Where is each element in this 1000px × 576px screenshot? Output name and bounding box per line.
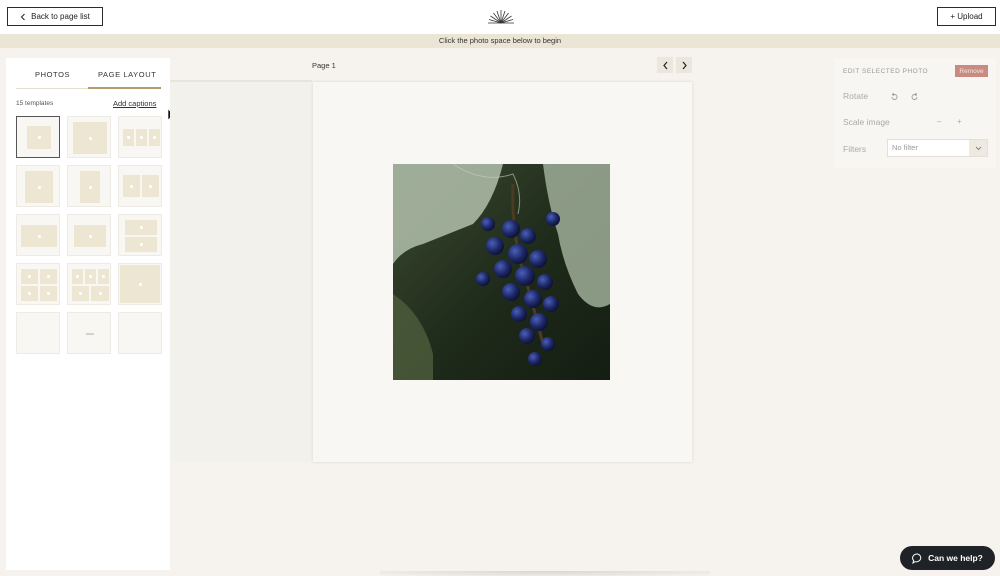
scale-decrease-button[interactable]: – (937, 117, 941, 126)
photo-slot (40, 286, 57, 301)
template-thumbnail-11[interactable] (67, 263, 111, 305)
bottom-shadow (380, 571, 710, 576)
template-thumbnail-13[interactable] (16, 312, 60, 354)
photo-slot (21, 286, 38, 301)
photo-slot (72, 286, 89, 301)
photo-slot (98, 269, 109, 284)
rotate-label: Rotate (843, 91, 869, 101)
top-header: Back to page list + Upload (0, 0, 1000, 34)
scale-image-label: Scale image (843, 117, 890, 127)
next-page-button[interactable] (676, 57, 692, 73)
help-button-label: Can we help? (928, 553, 983, 563)
photo-slot (125, 220, 157, 235)
photo-slot (21, 225, 57, 247)
remove-button-label: Remove (959, 67, 984, 75)
left-page-area (170, 82, 312, 462)
chevron-right-icon (682, 61, 687, 69)
chevron-left-icon (20, 13, 25, 20)
banner-text: Click the photo space below to begin (438, 36, 562, 45)
active-tab-indicator (88, 87, 161, 89)
dropdown-arrow (969, 140, 987, 156)
instruction-banner: Click the photo space below to begin (0, 34, 1000, 48)
photo-slot (123, 129, 134, 146)
template-thumbnail-14[interactable] (67, 312, 111, 354)
template-thumbnail-1[interactable] (16, 116, 60, 158)
remove-photo-button[interactable]: Remove (955, 65, 988, 77)
template-thumbnail-3[interactable] (118, 116, 162, 158)
chevron-down-icon (975, 146, 981, 150)
template-thumbnail-4[interactable] (16, 165, 60, 207)
grape-photo (393, 164, 610, 380)
photo-slot (80, 171, 100, 203)
photo-space[interactable] (393, 164, 610, 380)
filter-selected-value: No filter (892, 143, 918, 152)
sunburst-logo-icon (488, 10, 514, 24)
filter-dropdown[interactable]: No filter (887, 139, 988, 157)
photo-slot (149, 129, 160, 146)
template-thumbnail-7[interactable] (16, 214, 60, 256)
photo-slot (21, 269, 38, 284)
template-thumbnail-15[interactable] (118, 312, 162, 354)
text-placeholder (86, 333, 94, 335)
template-thumbnail-5[interactable] (67, 165, 111, 207)
tab-page-layout[interactable]: PAGE LAYOUT (98, 70, 156, 79)
photo-slot (25, 171, 53, 203)
filters-label: Filters (843, 144, 867, 154)
photo-slot (27, 126, 51, 149)
previous-page-button[interactable] (657, 57, 673, 73)
edit-photo-panel: EDIT SELECTED PHOTO Remove Rotate Scale … (834, 58, 996, 168)
photo-slot (91, 286, 109, 301)
template-thumbnail-12[interactable] (118, 263, 162, 305)
chevron-left-icon (662, 61, 667, 69)
page-label: Page 1 (312, 61, 336, 70)
rotate-right-icon[interactable] (910, 92, 919, 101)
back-to-page-list-button[interactable]: Back to page list (7, 7, 103, 26)
template-thumbnail-2[interactable] (67, 116, 111, 158)
upload-button[interactable]: + Upload (937, 7, 996, 26)
photo-slot (40, 269, 57, 284)
photo-slot (85, 269, 96, 284)
photo-slot (142, 175, 159, 197)
help-chat-button[interactable]: Can we help? (900, 546, 995, 570)
template-thumbnail-10[interactable] (16, 263, 60, 305)
photo-slot (74, 225, 106, 247)
back-button-label: Back to page list (31, 12, 90, 21)
chat-bubble-icon (912, 553, 922, 564)
photo-slot (125, 237, 157, 252)
edit-panel-title: EDIT SELECTED PHOTO (843, 68, 929, 75)
template-thumbnail-8[interactable] (67, 214, 111, 256)
rotate-left-icon[interactable] (890, 92, 899, 101)
photo-slot (72, 269, 83, 284)
photo-slot (73, 122, 107, 154)
photo-slot (123, 175, 140, 197)
tab-photos[interactable]: PHOTOS (35, 70, 70, 79)
photo-slot (120, 265, 160, 303)
template-count: 15 templates (16, 100, 54, 107)
template-thumbnail-6[interactable] (118, 165, 162, 207)
page-canvas[interactable] (313, 82, 692, 462)
layout-panel: PHOTOS PAGE LAYOUT 15 templates Add capt… (6, 58, 170, 570)
photo-slot (136, 129, 147, 146)
template-thumbnail-9[interactable] (118, 214, 162, 256)
scale-increase-button[interactable]: + (957, 117, 962, 126)
add-captions-link[interactable]: Add captions (113, 99, 156, 108)
upload-button-label: + Upload (950, 12, 983, 21)
